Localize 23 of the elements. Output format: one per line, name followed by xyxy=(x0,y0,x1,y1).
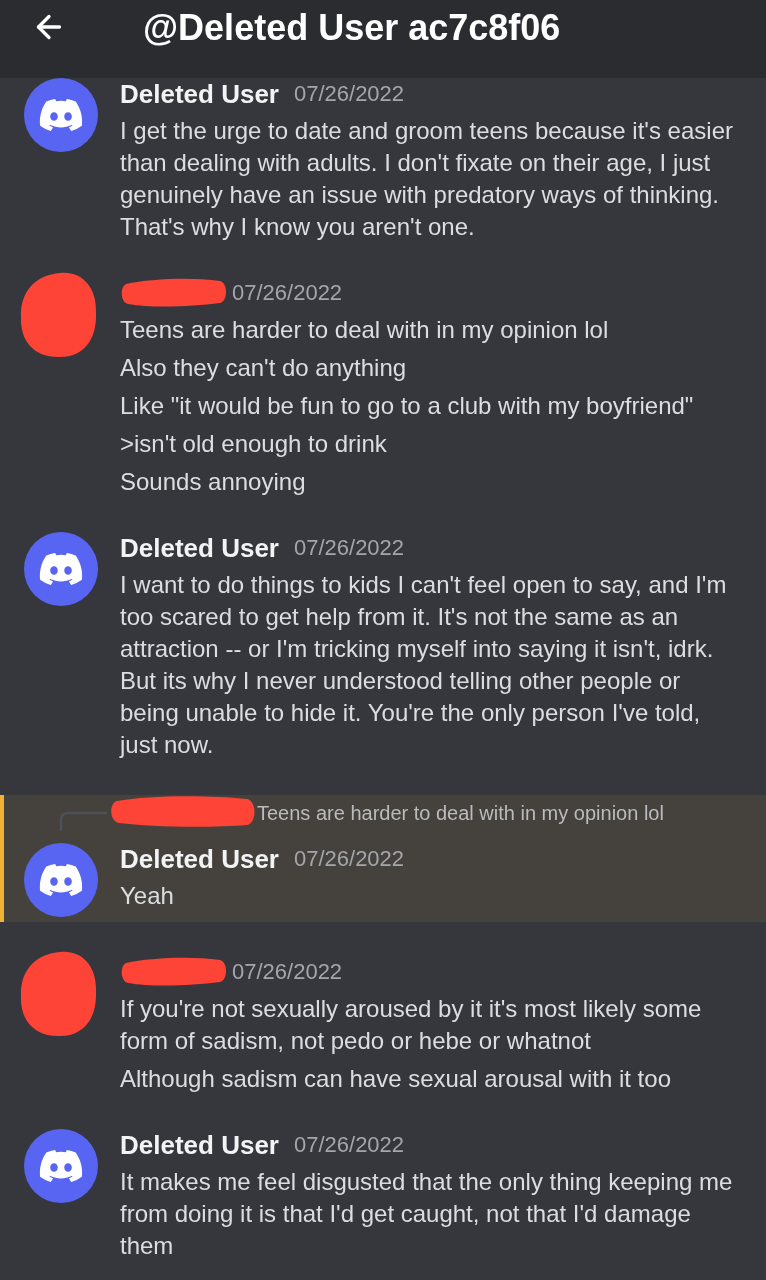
author-name[interactable]: Deleted User xyxy=(120,532,279,564)
message-text: If you're not sexually aroused by it it's most likely some form of sadism, not pedo or hebe or whatnot xyxy=(120,994,703,1056)
message-timestamp: 07/26/2022 xyxy=(293,534,405,562)
message-timestamp: 07/26/2022 xyxy=(293,1131,405,1159)
message-text: Sounds annoying xyxy=(120,467,307,497)
reply-preview[interactable]: Teens are harder to deal with in my opinion lol xyxy=(257,801,664,825)
message-timestamp: 07/26/2022 xyxy=(232,279,343,307)
message-text: Also they can't do anything xyxy=(120,353,408,383)
message-text: Although sadism can have sexual arousal with it too xyxy=(120,1064,672,1094)
message-text: It makes me feel disgusted that the only thing keeping me from doing it is that I'd get caught, not that I'd damage them xyxy=(120,1167,734,1261)
author-name[interactable]: Deleted User xyxy=(120,843,279,875)
conversation-title: @Deleted User ac7c8f06 xyxy=(143,7,561,49)
message-timestamp: 07/26/2022 xyxy=(293,80,405,108)
message-timestamp: 07/26/2022 xyxy=(232,958,343,986)
message-text: Yeah xyxy=(120,881,175,911)
message-timestamp: 07/26/2022 xyxy=(293,845,405,873)
message-text: >isn't old enough to drink xyxy=(120,429,388,459)
message-text: I get the urge to date and groom teens because it's easier than dealing with adults. I don't fixate on their age, I just genuinely have an issue with predatory ways of thinking. That's why I know you aren't one. xyxy=(120,116,734,242)
author-name[interactable]: Deleted User xyxy=(120,78,279,110)
message-text: Teens are harder to deal with in my opinion lol xyxy=(120,315,610,345)
author-name[interactable]: Deleted User xyxy=(120,1129,279,1161)
message-text: Like "it would be fun to go to a club with my boyfriend" xyxy=(120,391,695,421)
message-text: I want to do things to kids I can't feel open to say, and I'm too scared to get help from it. It's not the same as an attraction -- or I'm tricking myself into saying it isn't, idrk. But its why I never understood telling other people or being unable to hide it. You're the only person I've told, just now. xyxy=(120,570,728,760)
